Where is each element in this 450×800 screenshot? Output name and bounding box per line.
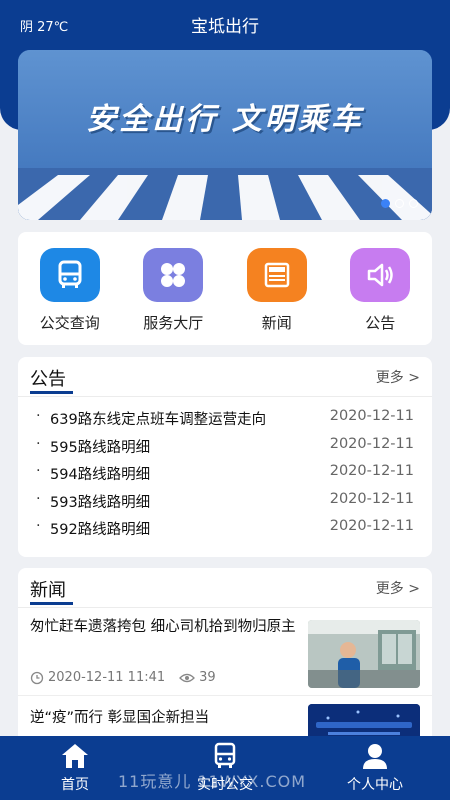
notice-title: 594路线路明细 bbox=[50, 467, 151, 483]
banner-slogan: 安全出行 文明乘车 bbox=[86, 102, 364, 137]
eye-icon bbox=[179, 673, 196, 682]
watermark-text: 11玩意儿 11WYX.COM bbox=[118, 772, 307, 791]
news-header: 新闻 更多 > bbox=[18, 568, 432, 608]
service-hall[interactable]: 服务大厅 bbox=[126, 248, 221, 345]
news-thumbnail bbox=[308, 620, 420, 688]
news-views: 39 bbox=[199, 670, 216, 685]
news-meta: 2020-12-11 11:41 39 bbox=[30, 670, 216, 685]
notice-title: 595路线路明细 bbox=[50, 439, 151, 456]
tab-home[interactable]: 首页 bbox=[15, 736, 135, 800]
speaker-icon bbox=[350, 248, 411, 302]
clock-icon bbox=[30, 671, 44, 684]
tab-label: 个人中心 bbox=[347, 777, 403, 793]
service-news[interactable]: 新闻 bbox=[229, 248, 324, 345]
carousel-dots[interactable] bbox=[381, 199, 418, 208]
bullet-dot: · bbox=[36, 408, 41, 424]
bullet-dot: · bbox=[36, 435, 41, 452]
notice-header: 公告 更多 > bbox=[18, 357, 432, 397]
service-bus-query[interactable]: 公交查询 bbox=[22, 248, 117, 345]
bus-icon bbox=[214, 742, 236, 768]
app-title: 宝坻出行 bbox=[191, 17, 259, 37]
news-more-link[interactable]: 更多 > bbox=[376, 578, 420, 598]
user-icon bbox=[363, 744, 387, 769]
notice-item[interactable]: · 595路线路明细 2020-12-11 bbox=[18, 433, 432, 461]
notice-section-title: 公告 bbox=[30, 369, 66, 390]
notice-date: 2020-12-11 bbox=[329, 408, 414, 424]
carousel-dot[interactable] bbox=[381, 199, 390, 208]
newspaper-icon bbox=[246, 248, 307, 302]
section-underline bbox=[30, 391, 73, 394]
notice-title: 639路东线定点班车调整运营走向 bbox=[50, 412, 267, 428]
service-label: 新闻 bbox=[261, 314, 292, 332]
service-notice[interactable]: 公告 bbox=[333, 248, 428, 345]
grid-clover-icon bbox=[143, 248, 204, 302]
services-panel: 公交查询 服务大厅 新闻 公告 bbox=[18, 232, 432, 345]
tab-profile[interactable]: 个人中心 bbox=[315, 736, 435, 800]
notice-date: 2020-12-11 bbox=[329, 518, 414, 534]
carousel-dot[interactable] bbox=[395, 199, 404, 208]
notice-title: 593路线路明细 bbox=[50, 494, 151, 511]
notice-panel: 公告 更多 > · 639路东线定点班车调整运营走向 2020-12-11 · … bbox=[18, 357, 432, 557]
bottom-tab-bar: 首页 实时公交 个人中心 11玩意儿 11WYX.COM bbox=[0, 736, 450, 800]
news-title: 逆“疫”而行 彰显国企新担当 bbox=[30, 710, 210, 726]
notice-title: 592路线路明细 bbox=[50, 522, 151, 538]
service-label: 公交查询 bbox=[39, 314, 100, 332]
notice-list: · 639路东线定点班车调整运营走向 2020-12-11 · 595路线路明细… bbox=[18, 397, 432, 543]
home-icon bbox=[62, 744, 88, 768]
banner-carousel[interactable]: 安全出行 文明乘车 bbox=[18, 50, 432, 220]
carousel-dot[interactable] bbox=[409, 199, 418, 208]
notice-item[interactable]: · 639路东线定点班车调整运营走向 2020-12-11 bbox=[18, 405, 432, 433]
service-label: 服务大厅 bbox=[143, 314, 204, 332]
notice-date: 2020-12-11 bbox=[329, 435, 414, 452]
notice-item[interactable]: · 593路线路明细 2020-12-11 bbox=[18, 488, 432, 516]
notice-date: 2020-12-11 bbox=[329, 490, 414, 507]
tab-label: 首页 bbox=[61, 777, 89, 793]
section-underline bbox=[30, 602, 73, 605]
news-time: 2020-12-11 11:41 bbox=[48, 670, 166, 685]
status-bar: 阴 27℃ 宝坻出行 bbox=[20, 10, 430, 38]
news-item[interactable]: 匆忙赶车遗落挎包 细心司机拾到物归原主 2020-12-11 11:41 39 bbox=[18, 608, 432, 696]
bullet-dot: · bbox=[36, 463, 41, 479]
notice-more-link[interactable]: 更多 > bbox=[376, 367, 420, 387]
service-label: 公告 bbox=[365, 314, 396, 332]
notice-item[interactable]: · 592路线路明细 2020-12-11 bbox=[18, 515, 432, 543]
bullet-dot: · bbox=[36, 518, 41, 534]
bullet-dot: · bbox=[36, 490, 41, 507]
notice-date: 2020-12-11 bbox=[329, 463, 414, 479]
notice-item[interactable]: · 594路线路明细 2020-12-11 bbox=[18, 460, 432, 488]
bus-icon bbox=[39, 248, 100, 302]
news-title: 匆忙赶车遗落挎包 细心司机拾到物归原主 bbox=[30, 619, 296, 635]
news-section-title: 新闻 bbox=[30, 580, 66, 601]
